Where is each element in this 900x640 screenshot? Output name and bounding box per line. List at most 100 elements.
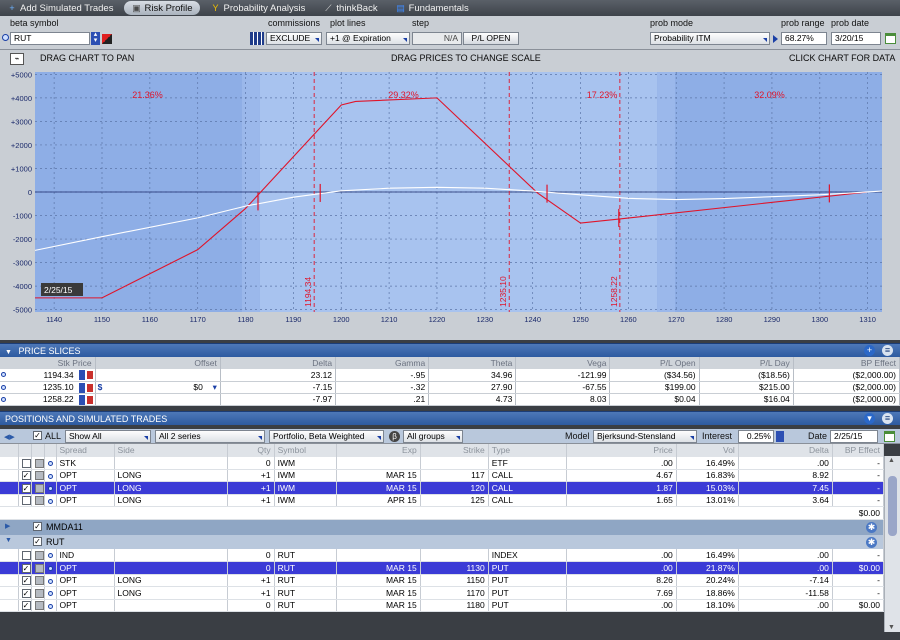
position-row[interactable]: ✓ OPT 0 RUT MAR 15 1130 PUT .00 21.87% .00 $0.00 bbox=[0, 561, 885, 575]
slice-price-value[interactable]: 1235.10 bbox=[43, 382, 74, 392]
prob-date-input[interactable]: 3/20/15 bbox=[831, 32, 881, 45]
beta-info-icon[interactable]: β bbox=[389, 431, 400, 442]
slice-offset[interactable] bbox=[95, 393, 221, 406]
column-header[interactable]: Symbol bbox=[274, 444, 337, 457]
row-checkbox-cell[interactable] bbox=[18, 456, 32, 470]
slice-price-value[interactable]: 1194.34 bbox=[44, 370, 74, 380]
gear-icon[interactable]: ✱ bbox=[866, 537, 877, 548]
plot-lines-dropdown[interactable]: +1 @ Expiration bbox=[326, 32, 410, 45]
dollar-icon[interactable]: $ bbox=[98, 382, 103, 392]
tab-risk-profile[interactable]: ▣ Risk Profile bbox=[124, 1, 200, 15]
expand-arrow-icon[interactable]: ▶ bbox=[5, 522, 10, 530]
position-row[interactable]: STK 0 IWM ETF .00 16.49% .00- bbox=[0, 456, 885, 470]
column-header[interactable]: Price bbox=[566, 444, 677, 457]
add-slice-icon[interactable]: + bbox=[864, 345, 875, 356]
gear-icon[interactable]: ✱ bbox=[866, 521, 877, 533]
interest-spinner-icon[interactable] bbox=[776, 431, 784, 442]
position-row[interactable]: IND 0 RUT INDEX .00 16.49% .00- bbox=[0, 549, 885, 562]
position-row[interactable]: ✓ OPT LONG +1 IWM MAR 15 117 CALL 4.67 16.83% 8.92… bbox=[0, 469, 885, 482]
positions-toggle-icon[interactable]: ▾ bbox=[864, 413, 875, 424]
position-row[interactable]: ✓ OPT 0 RUT MAR 15 1180 PUT .00 18.10% .00 $0.00 bbox=[0, 599, 885, 612]
column-header[interactable]: P/L Day bbox=[699, 357, 794, 369]
prob-mode-dropdown[interactable]: Probability ITM bbox=[650, 32, 770, 45]
step-input[interactable]: N/A bbox=[412, 32, 462, 45]
position-row[interactable]: ✓ OPT LONG +1 RUT MAR 15 1170 PUT 7.69 18.86% -11.… bbox=[0, 586, 885, 600]
prob-range-input[interactable]: 68.27% bbox=[781, 32, 827, 45]
column-header[interactable]: Vega bbox=[515, 357, 611, 369]
column-header[interactable]: Type bbox=[488, 444, 567, 457]
row-checkbox-cell[interactable]: ✓ bbox=[18, 599, 32, 612]
interest-input[interactable]: 0.25% bbox=[738, 430, 774, 443]
scroll-thumb[interactable] bbox=[888, 476, 897, 536]
scroll-up-icon[interactable]: ▲ bbox=[888, 457, 895, 464]
slice-offset[interactable] bbox=[95, 369, 221, 382]
position-row[interactable]: ✓ OPT LONG +1 RUT MAR 15 1150 PUT 8.26 20.24% -7.1… bbox=[0, 574, 885, 587]
row-checkbox[interactable]: ✓ bbox=[21, 588, 30, 598]
price-spinner-icon[interactable] bbox=[78, 394, 85, 404]
group-row-mmda[interactable]: ▶ ✓ MMDA11 ✱ bbox=[0, 519, 884, 535]
column-header[interactable]: Delta bbox=[220, 357, 337, 369]
symbol-input[interactable]: RUT bbox=[10, 32, 90, 45]
row-checkbox-cell[interactable]: ✓ bbox=[18, 561, 32, 575]
price-slice-row[interactable]: 1235.10 $0 ▾ $ -7.15 -.32 27.90 -67.55 $199.00 $2… bbox=[0, 381, 900, 394]
commissions-dropdown[interactable]: EXCLUDE bbox=[266, 32, 322, 45]
column-header[interactable]: Theta bbox=[428, 357, 517, 369]
collapse-icon[interactable]: ▼ bbox=[5, 349, 12, 356]
row-checkbox-cell[interactable] bbox=[18, 494, 32, 507]
offset-dropdown-icon[interactable]: ▾ bbox=[213, 382, 217, 393]
column-header[interactable]: Vol bbox=[676, 444, 739, 457]
lock-icon[interactable] bbox=[86, 371, 93, 379]
lock-icon[interactable] bbox=[86, 395, 93, 404]
pl-mode-button[interactable]: P/L OPEN bbox=[463, 32, 519, 45]
series-filter-dropdown[interactable]: All 2 series bbox=[155, 430, 265, 443]
model-dropdown[interactable]: Bjerksund-Stensland bbox=[593, 430, 697, 443]
weighting-dropdown[interactable]: Portfolio, Beta Weighted bbox=[269, 430, 384, 443]
column-header[interactable]: Offset bbox=[95, 357, 221, 369]
price-spinner-icon[interactable] bbox=[78, 370, 85, 380]
calendar-icon[interactable] bbox=[885, 33, 896, 44]
column-header[interactable]: Strike bbox=[420, 444, 489, 457]
scroll-down-icon[interactable]: ▼ bbox=[888, 624, 895, 631]
price-spinner-icon[interactable] bbox=[78, 382, 85, 392]
group-row-rut[interactable]: ▼ ✓ RUT ✱ bbox=[0, 535, 884, 549]
price-slice-row[interactable]: 1194.34 23.12 -.95 34.96 -121.99 ($34.56) ($18… bbox=[0, 369, 900, 382]
play-arrow-icon[interactable] bbox=[773, 35, 778, 43]
date-calendar-icon[interactable] bbox=[884, 431, 895, 442]
date-input[interactable]: 2/25/15 bbox=[830, 430, 878, 443]
expand-arrow-icon[interactable]: ▼ bbox=[5, 537, 12, 544]
all-checkbox[interactable]: ✓ bbox=[33, 431, 42, 440]
offset-value[interactable]: $0 bbox=[193, 382, 202, 392]
column-header[interactable]: BP Effect bbox=[832, 444, 885, 457]
groups-filter-dropdown[interactable]: All groups bbox=[403, 430, 463, 443]
column-header[interactable]: BP Effect bbox=[793, 357, 900, 369]
row-checkbox[interactable] bbox=[21, 458, 30, 468]
price-slice-row[interactable]: 1258.22 -7.97.21 4.73 8.03 $0.04 $16.04 ($2,00… bbox=[0, 393, 900, 406]
column-header[interactable]: Delta bbox=[738, 444, 833, 457]
row-checkbox-cell[interactable]: ✓ bbox=[18, 469, 32, 482]
row-checkbox-cell[interactable]: ✓ bbox=[18, 586, 32, 600]
risk-profile-chart[interactable]: -5000 -4000 -3000 -2000 -1000 0 +1000 +2000 +300… bbox=[0, 50, 900, 340]
column-header[interactable]: Spread bbox=[56, 444, 115, 457]
slice-offset[interactable]: $0 ▾ $ bbox=[95, 381, 221, 394]
lock-icon[interactable] bbox=[86, 383, 93, 392]
row-checkbox-cell[interactable]: ✓ bbox=[18, 574, 32, 587]
row-checkbox[interactable]: ✓ bbox=[21, 576, 30, 586]
row-checkbox[interactable]: ✓ bbox=[21, 563, 30, 573]
tab-fundamentals[interactable]: ▤ Fundamentals bbox=[389, 1, 476, 15]
row-checkbox[interactable]: ✓ bbox=[21, 471, 30, 481]
column-header[interactable]: Gamma bbox=[335, 357, 430, 369]
show-filter-dropdown[interactable]: Show All bbox=[65, 430, 151, 443]
row-checkbox[interactable] bbox=[21, 496, 30, 506]
row-checkbox-cell[interactable] bbox=[18, 549, 32, 562]
row-checkbox[interactable]: ✓ bbox=[21, 483, 30, 493]
grid-icon[interactable] bbox=[250, 32, 264, 45]
tab-add-simulated-trades[interactable]: + Add Simulated Trades bbox=[0, 1, 120, 15]
column-header[interactable]: Exp bbox=[336, 444, 421, 457]
row-checkbox[interactable]: ✓ bbox=[21, 601, 30, 611]
column-header[interactable]: Side bbox=[114, 444, 228, 457]
position-row[interactable]: ✓ OPT LONG +1 IWM MAR 15 120 CALL 1.87 15.03% 7.45… bbox=[0, 481, 885, 495]
column-header[interactable]: Qty bbox=[227, 444, 275, 457]
row-checkbox[interactable] bbox=[21, 551, 30, 561]
tab-thinkback[interactable]: ⟋ thinkBack bbox=[316, 1, 384, 15]
tab-probability-analysis[interactable]: Y Probability Analysis bbox=[204, 1, 313, 15]
